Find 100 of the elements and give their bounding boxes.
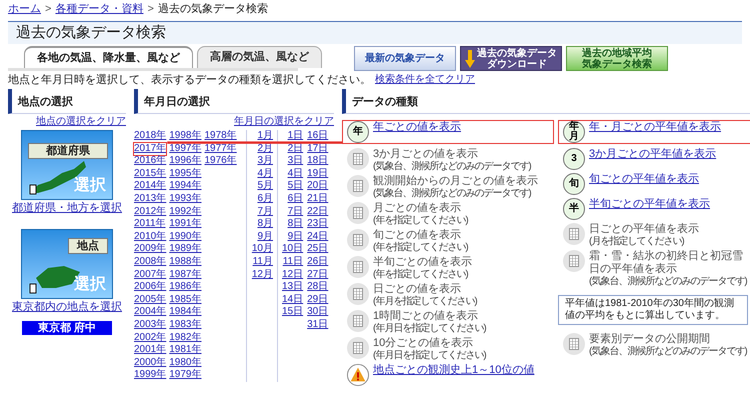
location-link[interactable]: 都道府県・地方を選択 [12, 200, 122, 216]
year-link[interactable]: 1982年 [169, 332, 202, 344]
day-link[interactable]: 16日 [307, 130, 328, 143]
year-link[interactable]: 2007年 [134, 268, 166, 282]
year-link[interactable]: 1991年 [169, 218, 202, 231]
year-link[interactable]: 2014年 [134, 180, 166, 193]
day-link[interactable]: 23日 [307, 218, 328, 231]
year-link[interactable]: 1994年 [169, 180, 202, 193]
tab[interactable]: 各地の気温、降水量、風など [24, 46, 193, 68]
day-link[interactable]: 13日 [282, 281, 304, 294]
year-link[interactable]: 1984年 [169, 306, 202, 319]
month-link[interactable]: 12月 [252, 268, 273, 282]
day-link[interactable]: 22日 [307, 206, 328, 218]
banner-button[interactable]: 最新の気象データ [354, 46, 456, 71]
year-link[interactable]: 1990年 [169, 230, 202, 244]
year-link[interactable]: 1999年 [134, 369, 166, 382]
year-link[interactable]: 2015年 [134, 168, 166, 180]
year-link[interactable]: 1980年 [169, 356, 202, 370]
day-link[interactable]: 18日 [307, 155, 328, 168]
year-link[interactable]: 2003年 [134, 318, 166, 332]
year-link[interactable]: 1992年 [169, 206, 202, 218]
day-link[interactable]: 25日 [307, 243, 328, 256]
year-link[interactable]: 2008年 [134, 256, 166, 269]
month-link[interactable]: 11月 [252, 256, 273, 269]
year-link[interactable]: 1997年 [169, 142, 202, 156]
banner-button[interactable]: 過去の気象データ ダウンロード [460, 46, 562, 71]
year-link[interactable]: 1978年 [204, 130, 237, 143]
year-link[interactable]: 2018年 [134, 130, 166, 143]
banner-button[interactable]: 過去の地域平均 気象データ検索 [566, 46, 668, 71]
month-link[interactable]: 3月 [257, 155, 273, 168]
day-link[interactable]: 10日 [282, 243, 304, 256]
day-link[interactable]: 31日 [307, 318, 328, 332]
year-link[interactable]: 2001年 [134, 344, 166, 357]
data-type-link[interactable]: 年ごとの値を表示 [373, 121, 461, 134]
day-link[interactable]: 12日 [282, 268, 304, 282]
day-link[interactable]: 3日 [288, 155, 304, 168]
day-link[interactable]: 6日 [288, 192, 304, 206]
tab[interactable]: 高層の気温、風など [197, 46, 322, 68]
year-link[interactable]: 2004年 [134, 306, 166, 319]
year-link[interactable]: 2000年 [134, 356, 166, 370]
year-link[interactable]: 2016年 [134, 155, 166, 168]
year-link[interactable]: 1988年 [169, 256, 202, 269]
clear-location-link[interactable]: 地点の選択をクリア [36, 116, 126, 128]
day-link[interactable]: 9日 [288, 230, 304, 244]
year-link[interactable]: 2006年 [134, 281, 166, 294]
month-link[interactable]: 1月 [257, 130, 273, 143]
day-link[interactable]: 19日 [307, 168, 328, 180]
year-link[interactable]: 1998年 [169, 130, 202, 143]
day-link[interactable]: 2日 [288, 142, 304, 156]
year-link[interactable]: 1981年 [169, 344, 202, 357]
month-link[interactable]: 5月 [257, 180, 273, 193]
day-link[interactable]: 26日 [307, 256, 328, 269]
day-link[interactable]: 29日 [307, 294, 328, 306]
day-link[interactable]: 28日 [307, 281, 328, 294]
month-link[interactable]: 9月 [257, 230, 273, 244]
day-link[interactable]: 17日 [307, 142, 328, 156]
day-link[interactable]: 15日 [282, 306, 304, 319]
clear-all-link[interactable]: 検索条件を全てクリア [375, 73, 475, 87]
day-link[interactable]: 4日 [288, 168, 304, 180]
clear-date-link[interactable]: 年月日の選択をクリア [234, 116, 334, 128]
breadcrumb-link[interactable]: 各種データ・資料 [55, 2, 144, 17]
year-link[interactable]: 2013年 [134, 192, 166, 206]
year-link[interactable]: 1985年 [169, 294, 202, 306]
map-selector-card[interactable]: 地点 選択 [21, 228, 113, 298]
year-link[interactable]: 1977年 [204, 142, 237, 156]
data-type-link[interactable]: 年・月ごとの平年値を表示 [589, 121, 721, 134]
day-link[interactable]: 1日 [288, 130, 304, 143]
year-link[interactable]: 2002年 [134, 332, 166, 344]
year-link[interactable]: 2012年 [134, 206, 166, 218]
day-link[interactable]: 20日 [307, 180, 328, 193]
day-link[interactable]: 11日 [282, 256, 304, 269]
data-type-link[interactable]: 地点ごとの観測史上1～10位の値 [373, 364, 534, 377]
year-link[interactable]: 2017年 [134, 142, 166, 156]
breadcrumb-link[interactable]: ホーム [8, 2, 41, 17]
data-type-link[interactable]: 旬ごとの平年値を表示 [589, 173, 699, 186]
year-link[interactable]: 1995年 [169, 168, 202, 180]
location-link[interactable]: 東京都内の地点を選択 [12, 298, 122, 315]
year-link[interactable]: 2010年 [134, 230, 166, 244]
day-link[interactable]: 21日 [307, 192, 328, 206]
month-link[interactable]: 7月 [257, 206, 273, 218]
year-link[interactable]: 2005年 [134, 294, 166, 306]
year-link[interactable]: 1986年 [169, 281, 202, 294]
year-link[interactable]: 1989年 [169, 243, 202, 256]
day-link[interactable]: 14日 [282, 294, 304, 306]
year-link[interactable]: 1993年 [169, 192, 202, 206]
map-selector-card[interactable]: 都道府県 選択 [21, 130, 113, 200]
year-link[interactable]: 2009年 [134, 243, 166, 256]
day-link[interactable]: 27日 [307, 268, 328, 282]
year-link[interactable]: 1979年 [169, 369, 202, 382]
year-link[interactable]: 1983年 [169, 318, 202, 332]
month-link[interactable]: 4月 [257, 168, 273, 180]
month-link[interactable]: 6月 [257, 192, 273, 206]
month-link[interactable]: 8月 [257, 218, 273, 231]
day-link[interactable]: 24日 [307, 230, 328, 244]
day-link[interactable]: 8日 [288, 218, 304, 231]
year-link[interactable]: 1987年 [169, 268, 202, 282]
month-link[interactable]: 2月 [257, 142, 273, 156]
month-link[interactable]: 10月 [252, 243, 273, 256]
day-link[interactable]: 5日 [288, 180, 304, 193]
day-link[interactable]: 7日 [288, 206, 304, 218]
